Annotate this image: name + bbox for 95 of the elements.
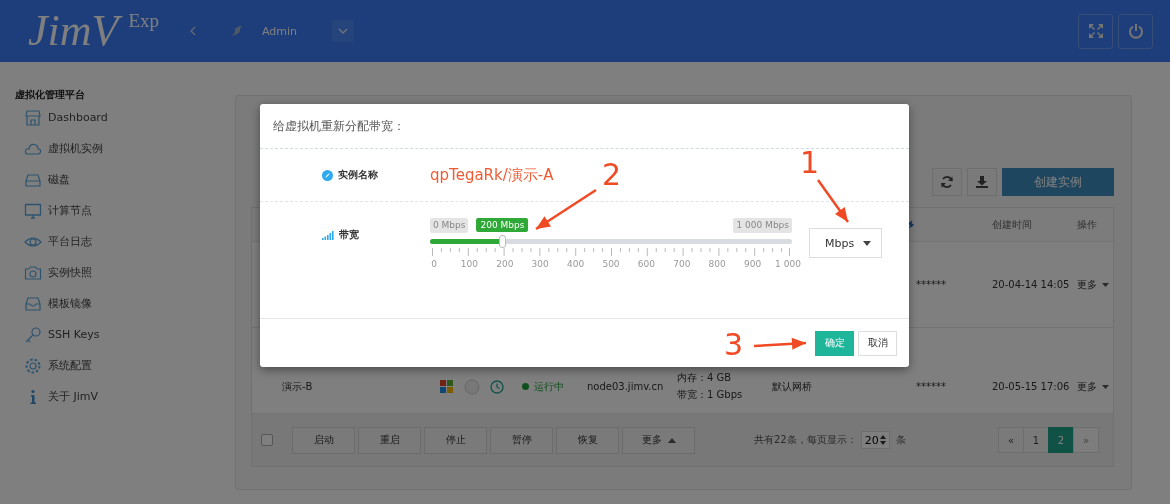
page-link[interactable]: 2 xyxy=(1048,427,1074,453)
action-button[interactable]: 停止 xyxy=(424,426,487,454)
sidebar-item[interactable]: 平台日志 xyxy=(0,226,235,257)
instance-name: 演示-B xyxy=(282,379,313,394)
bandwidth-text: 带宽：1 Gbps xyxy=(677,388,743,402)
page-link[interactable]: 1 xyxy=(1023,427,1049,453)
cancel-button[interactable]: 取消 xyxy=(858,330,897,356)
tick-label: 1 000 xyxy=(775,259,801,269)
sidebar-item[interactable]: 模板镜像 xyxy=(0,288,235,319)
caret-down-icon xyxy=(863,240,871,246)
tray-icon xyxy=(24,294,42,313)
tick-label: 200 xyxy=(496,259,514,269)
logo-suffix: Exp xyxy=(128,10,159,32)
power-icon xyxy=(1126,22,1145,40)
key-icon xyxy=(24,325,42,344)
column-header[interactable]: 创建时间 xyxy=(992,208,1077,241)
annotation-number: 1 xyxy=(800,146,820,180)
password-mask: ****** xyxy=(916,279,946,290)
sidebar-item[interactable]: 计算节点 xyxy=(0,195,235,226)
memory-text: 内存：4 GB xyxy=(677,371,732,385)
annotation-number: 2 xyxy=(602,158,622,192)
created-time: 20-04-14 14:05 xyxy=(992,279,1070,290)
status-label: 运行中 xyxy=(522,379,564,394)
tick-label: 500 xyxy=(602,259,620,269)
slider-max-label: 1 000 Mbps xyxy=(733,218,792,233)
user-name: Admin xyxy=(262,24,299,38)
spinner-arrows-icon xyxy=(879,435,886,445)
action-button[interactable]: 暂停 xyxy=(490,426,553,454)
camera-icon xyxy=(24,263,42,282)
fullscreen-icon xyxy=(1086,22,1105,40)
power-button[interactable] xyxy=(1118,13,1153,49)
confirm-button[interactable]: 确定 xyxy=(815,330,854,356)
download-button[interactable] xyxy=(967,168,997,196)
field-label: 带宽 xyxy=(339,228,359,242)
column-header[interactable]: 操作 xyxy=(1077,208,1113,241)
tick-label: 0 xyxy=(431,259,437,269)
gear-icon xyxy=(24,356,42,375)
created-time: 20-05-15 17:06 xyxy=(992,381,1070,392)
refresh-icon xyxy=(940,175,954,189)
action-button[interactable]: 启动 xyxy=(292,426,355,454)
download-icon xyxy=(975,175,989,189)
sidebar-item[interactable]: 虚拟机实例 xyxy=(0,133,235,164)
more-dropdown[interactable]: 更多 xyxy=(1077,379,1109,394)
host-name: node03.jimv.cn xyxy=(587,381,664,392)
caret-down-icon xyxy=(1102,282,1109,287)
annotation-arrow xyxy=(753,337,807,350)
user-dropdown-button[interactable] xyxy=(332,20,354,42)
annotation-arrow xyxy=(817,179,849,223)
caret-up-icon xyxy=(667,437,676,443)
slider-handle[interactable] xyxy=(499,235,507,248)
slider-value-label: 200 Mbps xyxy=(476,218,529,232)
fullscreen-button[interactable] xyxy=(1078,13,1113,49)
page-link[interactable]: « xyxy=(998,427,1024,453)
sidebar-item[interactable]: 系统配置 xyxy=(0,350,235,381)
sidebar-title: 虚拟化管理平台 xyxy=(14,88,86,102)
select-all-checkbox[interactable] xyxy=(261,434,273,446)
tick-label: 400 xyxy=(567,259,585,269)
signal-icon xyxy=(322,230,334,240)
store-icon xyxy=(24,108,42,127)
sidebar-item[interactable]: Dashboard xyxy=(0,102,235,133)
tick-label: 600 xyxy=(637,259,655,269)
clock-icon xyxy=(490,379,504,394)
sidebar-item[interactable]: 关于 JimV xyxy=(0,381,235,412)
action-button[interactable]: 重启 xyxy=(358,426,421,454)
page-size-unit: 条 xyxy=(895,433,906,447)
refresh-button[interactable] xyxy=(932,168,962,196)
tick-label: 300 xyxy=(531,259,549,269)
more-dropdown[interactable]: 更多 xyxy=(1077,277,1109,292)
password-mask: ****** xyxy=(916,381,946,392)
annotation-number: 3 xyxy=(724,328,744,362)
tick-label: 900 xyxy=(744,259,762,269)
dialog-title: 给虚拟机重新分配带宽： xyxy=(273,117,405,135)
chevron-left-icon[interactable] xyxy=(190,26,196,36)
tick-label: 800 xyxy=(708,259,726,269)
compass-icon xyxy=(322,169,333,181)
monitor-icon xyxy=(24,201,42,220)
field-label: 实例名称 xyxy=(338,168,378,182)
sidebar-item[interactable]: SSH Keys xyxy=(0,319,235,350)
instance-name-value: qpTegaRk/演示-A xyxy=(430,165,554,185)
record-summary: 共有22条，每页显示： xyxy=(754,433,857,447)
network-name: 默认网桥 xyxy=(772,379,812,394)
windows-logo-icon xyxy=(440,380,454,393)
sidebar-item[interactable]: 实例快照 xyxy=(0,257,235,288)
tick-label: 100 xyxy=(460,259,478,269)
annotation-arrow xyxy=(535,188,597,231)
chevron-down-icon xyxy=(338,28,348,34)
page-size-select[interactable]: 20 xyxy=(860,431,890,449)
sidebar-item[interactable]: 磁盘 xyxy=(0,164,235,195)
caret-down-icon xyxy=(1102,384,1109,389)
create-instance-button[interactable]: 创建实例 xyxy=(1002,168,1114,196)
action-button[interactable]: 恢复 xyxy=(556,426,619,454)
tick-label: 700 xyxy=(673,259,691,269)
more-actions-button[interactable]: 更多 xyxy=(622,426,695,454)
unit-select[interactable]: Mbps xyxy=(809,228,882,258)
slider-min-label: 0 Mbps xyxy=(430,218,469,233)
